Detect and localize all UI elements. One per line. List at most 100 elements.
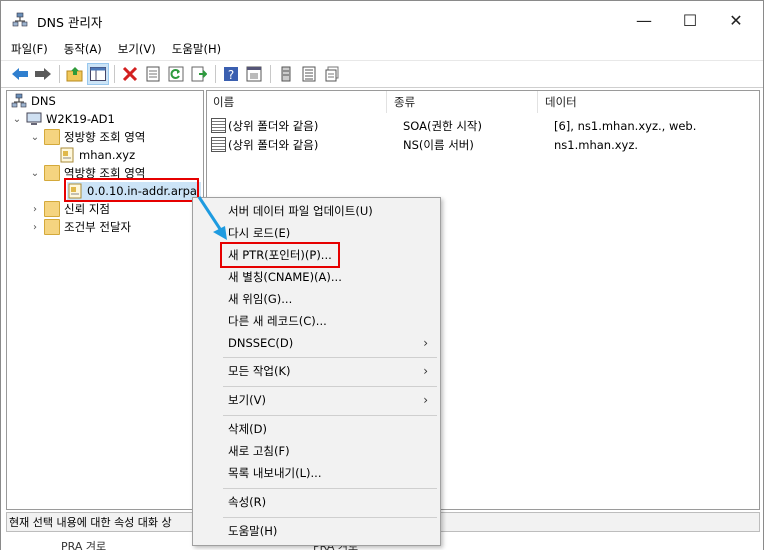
tree-node-conditional-forwarders[interactable]: › 조건부 전달자 (29, 218, 131, 236)
tree-label-forward-zone-item: mhan.xyz (79, 148, 136, 162)
records-icon (325, 66, 339, 82)
menu-item-label: 목록 내보내기(L)... (228, 466, 322, 480)
record-name: (상위 폴더와 같음) (228, 137, 319, 152)
menu-item-dnssec[interactable]: DNSSEC(D) › (195, 332, 438, 354)
highlight-box-zone (64, 178, 199, 202)
console-icon (246, 66, 262, 82)
refresh-button[interactable] (165, 63, 187, 85)
tree-node-trust-points[interactable]: › 신뢰 지점 (29, 200, 110, 218)
toolbar-separator (215, 65, 216, 83)
delete-button[interactable] (119, 63, 141, 85)
minimize-button[interactable]: — (621, 1, 667, 39)
help-button[interactable]: ? (220, 63, 242, 85)
menu-item-update-server-data-file[interactable]: 서버 데이터 파일 업데이트(U) (195, 200, 438, 222)
menu-item-view[interactable]: 보기(V) › (195, 389, 438, 411)
menu-separator (223, 415, 437, 416)
delete-icon (122, 66, 138, 82)
list-icon (302, 66, 316, 82)
forward-icon (35, 68, 51, 80)
tree-label-trust-points: 신뢰 지점 (64, 202, 110, 216)
menu-separator (223, 357, 437, 358)
table-row[interactable]: (상위 폴더와 같음) NS(이름 서버) ns1.mhan.xyz. (211, 135, 638, 154)
up-folder-icon (66, 67, 83, 82)
record-icon (211, 137, 226, 152)
maximize-icon: ☐ (682, 10, 698, 30)
up-one-level-button[interactable] (64, 63, 86, 85)
chevron-down-icon[interactable]: ⌄ (29, 132, 41, 143)
tree-label-forward-zones: 정방향 조회 영역 (64, 130, 146, 144)
toolbar: ? (1, 60, 763, 88)
menu-item-other-new-records[interactable]: 다른 새 레코드(C)... (195, 310, 438, 332)
server-button[interactable] (275, 63, 297, 85)
menu-item-label: DNSSEC(D) (228, 336, 294, 350)
tree-label-conditional-forwarders: 조건부 전달자 (64, 220, 132, 234)
menu-item-reload[interactable]: 다시 로드(E) (195, 222, 438, 244)
menu-item-new-delegation[interactable]: 새 위임(G)... (195, 288, 438, 310)
menu-item-label: 다른 새 레코드(C)... (228, 314, 327, 328)
menu-action[interactable]: 동작(A) (64, 41, 102, 57)
toolbar-separator (59, 65, 60, 83)
column-header-name[interactable]: 이름 (207, 91, 387, 113)
tree-node-forward-zones[interactable]: ⌄ 정방향 조회 영역 (29, 128, 145, 146)
chevron-right-icon[interactable]: › (29, 222, 41, 233)
console-button[interactable] (243, 63, 265, 85)
dns-app-icon (12, 12, 28, 27)
menu-view[interactable]: 보기(V) (118, 41, 156, 57)
record-icon (211, 118, 226, 133)
chevron-right-icon: › (423, 336, 428, 350)
show-hide-tree-icon (90, 67, 106, 81)
close-button[interactable]: ✕ (713, 1, 759, 39)
menu-item-all-tasks[interactable]: 모든 작업(K) › (195, 360, 438, 382)
menu-item-new-alias-cname[interactable]: 새 별칭(CNAME)(A)... (195, 266, 438, 288)
highlight-box-new-ptr (220, 242, 340, 268)
menu-separator (223, 488, 437, 489)
dns-root-icon (11, 93, 27, 108)
menu-item-label: 모든 작업(K) (228, 364, 291, 378)
column-header-data[interactable]: 데이터 (539, 91, 759, 113)
tree-node-forward-zone-item[interactable]: mhan.xyz (59, 146, 135, 164)
title-bar: DNS 관리자 — ☐ ✕ (1, 1, 763, 39)
record-data: ns1.mhan.xyz. (554, 137, 639, 152)
menu-item-label: 다시 로드(E) (228, 226, 291, 240)
tree-node-dns[interactable]: DNS (11, 92, 56, 110)
maximize-button[interactable]: ☐ (667, 1, 713, 39)
list-button[interactable] (298, 63, 320, 85)
menu-separator (223, 517, 437, 518)
menu-item-refresh[interactable]: 새로 고침(F) (195, 440, 438, 462)
menu-item-delete[interactable]: 삭제(D) (195, 418, 438, 440)
chevron-down-icon[interactable]: ⌄ (11, 114, 23, 125)
show-hide-tree-button[interactable] (87, 63, 109, 85)
column-header-type[interactable]: 종류 (388, 91, 538, 113)
help-icon: ? (224, 67, 238, 82)
console-tree-pane[interactable]: DNS ⌄ W2K19-AD1 ⌄ 정방향 조회 영역 mhan.xyz ⌄ 역… (6, 90, 204, 510)
close-icon: ✕ (729, 10, 743, 30)
tree-node-server[interactable]: ⌄ W2K19-AD1 (11, 110, 115, 128)
menu-item-label: 보기(V) (228, 393, 266, 407)
record-type: NS(이름 서버) (403, 137, 474, 152)
background-text: PRA 겨로 (61, 540, 107, 550)
menu-help[interactable]: 도움말(H) (172, 41, 221, 57)
svg-text:?: ? (228, 68, 234, 82)
refresh-icon (168, 66, 184, 82)
folder-icon (44, 129, 60, 145)
menu-item-export-list[interactable]: 목록 내보내기(L)... (195, 462, 438, 484)
server-icon (281, 66, 291, 82)
records-button[interactable] (321, 63, 343, 85)
folder-icon (44, 219, 60, 235)
menu-item-properties[interactable]: 속성(R) (195, 491, 438, 513)
menu-file[interactable]: 파일(F) (11, 41, 48, 57)
properties-button[interactable] (142, 63, 164, 85)
menu-item-label: 새 위임(G)... (228, 292, 293, 306)
chevron-right-icon[interactable]: › (29, 204, 41, 215)
dns-manager-window: DNS 관리자 — ☐ ✕ 파일(F) 동작(A) 보기(V) 도움말(H) ?… (0, 0, 764, 550)
minimize-icon: — (636, 10, 652, 30)
zone-file-icon (60, 147, 74, 163)
back-button[interactable] (9, 63, 31, 85)
table-row[interactable]: (상위 폴더와 같음) SOA(권한 시작) [6], ns1.mhan.xyz… (211, 116, 696, 135)
menu-item-help[interactable]: 도움말(H) (195, 520, 438, 542)
record-name: (상위 폴더와 같음) (228, 118, 319, 133)
back-icon (12, 68, 28, 80)
chevron-down-icon[interactable]: ⌄ (29, 168, 41, 179)
export-list-button[interactable] (188, 63, 210, 85)
forward-button[interactable] (32, 63, 54, 85)
